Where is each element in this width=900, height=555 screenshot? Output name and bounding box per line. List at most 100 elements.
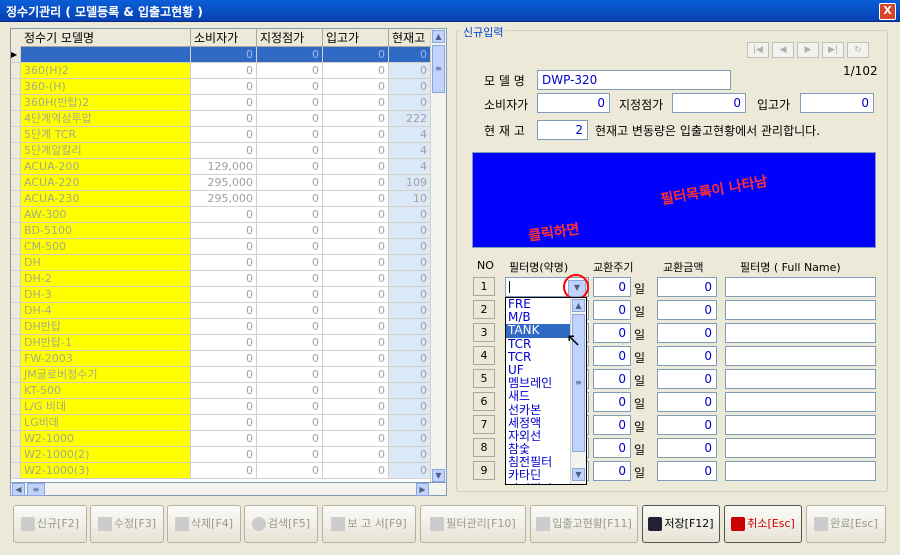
scroll-up-icon[interactable]: ▲ [432,30,445,43]
table-row[interactable]: ▶ 0 0 0 0 [11,47,431,63]
table-row[interactable]: DH-4 0 0 0 0 [11,303,431,319]
table-row[interactable]: W2-1000 0 0 0 0 [11,431,431,447]
table-cell[interactable]: 0 [257,351,323,367]
table-cell[interactable]: 0 [389,447,431,463]
table-cell[interactable]: LG비데 [21,415,191,431]
table-cell[interactable]: 0 [191,95,257,111]
table-cell[interactable]: 0 [389,303,431,319]
row-indicator[interactable] [11,127,21,143]
table-cell[interactable]: 222 [389,111,431,127]
filter-price-field[interactable]: 0 [657,461,717,481]
filter-fullname-field[interactable] [725,415,876,435]
table-cell[interactable]: 0 [389,223,431,239]
table-cell[interactable]: 295,000 [191,191,257,207]
filter-fullname-field[interactable] [725,438,876,458]
filter-fullname-field[interactable] [725,392,876,412]
table-cell[interactable]: 0 [323,143,389,159]
table-cell[interactable]: 0 [257,447,323,463]
table-row[interactable]: LG비데 0 0 0 0 [11,415,431,431]
filter-cycle-field[interactable]: 0 [593,323,631,343]
table-cell[interactable]: 0 [323,111,389,127]
purchase-price-field[interactable]: 0 [800,93,874,113]
table-cell[interactable]: 0 [191,143,257,159]
table-row[interactable]: DH 0 0 0 0 [11,255,431,271]
table-cell[interactable]: 0 [191,399,257,415]
table-cell[interactable]: DH-3 [21,287,191,303]
table-cell[interactable]: 5단계알칼리 [21,143,191,159]
table-cell[interactable]: DH반탑 [21,319,191,335]
table-cell[interactable]: JM글로버정수기 [21,367,191,383]
table-cell[interactable]: 0 [191,79,257,95]
table-cell[interactable]: 360H(반탑)2 [21,95,191,111]
table-cell[interactable]: 0 [323,207,389,223]
table-cell[interactable]: 0 [191,271,257,287]
report-button[interactable]: 보 고 서[F9] [322,505,416,543]
table-row[interactable]: DH반탑 0 0 0 0 [11,319,431,335]
table-cell[interactable]: 0 [257,319,323,335]
table-row[interactable]: BD-5100 0 0 0 0 [11,223,431,239]
row-indicator[interactable] [11,191,21,207]
table-row[interactable]: 360H(반탑)2 0 0 0 0 [11,95,431,111]
table-cell[interactable]: 0 [257,191,323,207]
table-cell[interactable]: 0 [257,431,323,447]
table-cell[interactable]: 0 [191,447,257,463]
table-cell[interactable]: 0 [191,415,257,431]
row-indicator[interactable]: ▶ [11,47,21,63]
table-cell[interactable]: 0 [257,79,323,95]
table-cell[interactable]: 129,000 [191,159,257,175]
table-cell[interactable]: 0 [257,159,323,175]
row-indicator[interactable] [11,159,21,175]
table-cell[interactable]: 0 [191,239,257,255]
table-cell[interactable]: 0 [191,223,257,239]
stock-field[interactable]: 2 [537,120,588,140]
table-row[interactable]: 360(H)2 0 0 0 0 [11,63,431,79]
row-indicator[interactable] [11,431,21,447]
row-indicator[interactable] [11,415,21,431]
filter-price-field[interactable]: 0 [657,438,717,458]
table-cell[interactable]: 0 [257,463,323,479]
row-indicator[interactable] [11,239,21,255]
table-row[interactable]: 5단계알칼리 0 0 0 4 [11,143,431,159]
row-indicator[interactable] [11,303,21,319]
filter-cycle-field[interactable]: 0 [593,392,631,412]
table-cell[interactable]: 4 [389,143,431,159]
table-cell[interactable]: CM-500 [21,239,191,255]
table-cell[interactable]: ACUA-230 [21,191,191,207]
filter-price-field[interactable]: 0 [657,300,717,320]
scroll-down-icon[interactable]: ▼ [432,469,445,482]
table-cell[interactable]: 0 [257,95,323,111]
table-cell[interactable]: 0 [191,63,257,79]
table-cell[interactable]: 0 [323,415,389,431]
table-cell[interactable]: 0 [389,319,431,335]
table-cell[interactable]: 0 [257,367,323,383]
table-cell[interactable]: 0 [323,175,389,191]
table-cell[interactable]: 0 [389,431,431,447]
filter-fullname-field[interactable] [725,300,876,320]
table-cell[interactable]: 0 [257,335,323,351]
table-row[interactable]: AW-300 0 0 0 0 [11,207,431,223]
table-row[interactable]: ACUA-230 295,000 0 0 10 [11,191,431,207]
table-cell[interactable]: 0 [389,271,431,287]
grid-horizontal-scrollbar[interactable]: ◀ ≡ ▶ [10,482,447,496]
table-cell[interactable]: 0 [191,287,257,303]
table-cell[interactable]: 0 [257,415,323,431]
table-cell[interactable]: 0 [257,383,323,399]
table-cell[interactable]: 0 [257,127,323,143]
table-cell[interactable]: DH반탑-1 [21,335,191,351]
scroll-left-icon[interactable]: ◀ [12,483,25,496]
filter-price-field[interactable]: 0 [657,369,717,389]
table-cell[interactable]: FW-2003 [21,351,191,367]
row-indicator[interactable] [11,271,21,287]
filter-cycle-field[interactable]: 0 [593,369,631,389]
nav-first-icon[interactable]: |◀ [747,42,769,58]
row-indicator[interactable] [11,143,21,159]
row-indicator[interactable] [11,175,21,191]
table-cell[interactable]: 295,000 [191,175,257,191]
table-cell[interactable]: 0 [257,255,323,271]
table-cell[interactable]: 0 [191,351,257,367]
scroll-up-icon[interactable]: ▲ [572,299,585,312]
filter-fullname-field[interactable] [725,461,876,481]
table-row[interactable]: 360-(H) 0 0 0 0 [11,79,431,95]
table-cell[interactable]: 0 [191,255,257,271]
table-cell[interactable]: 360(H)2 [21,63,191,79]
